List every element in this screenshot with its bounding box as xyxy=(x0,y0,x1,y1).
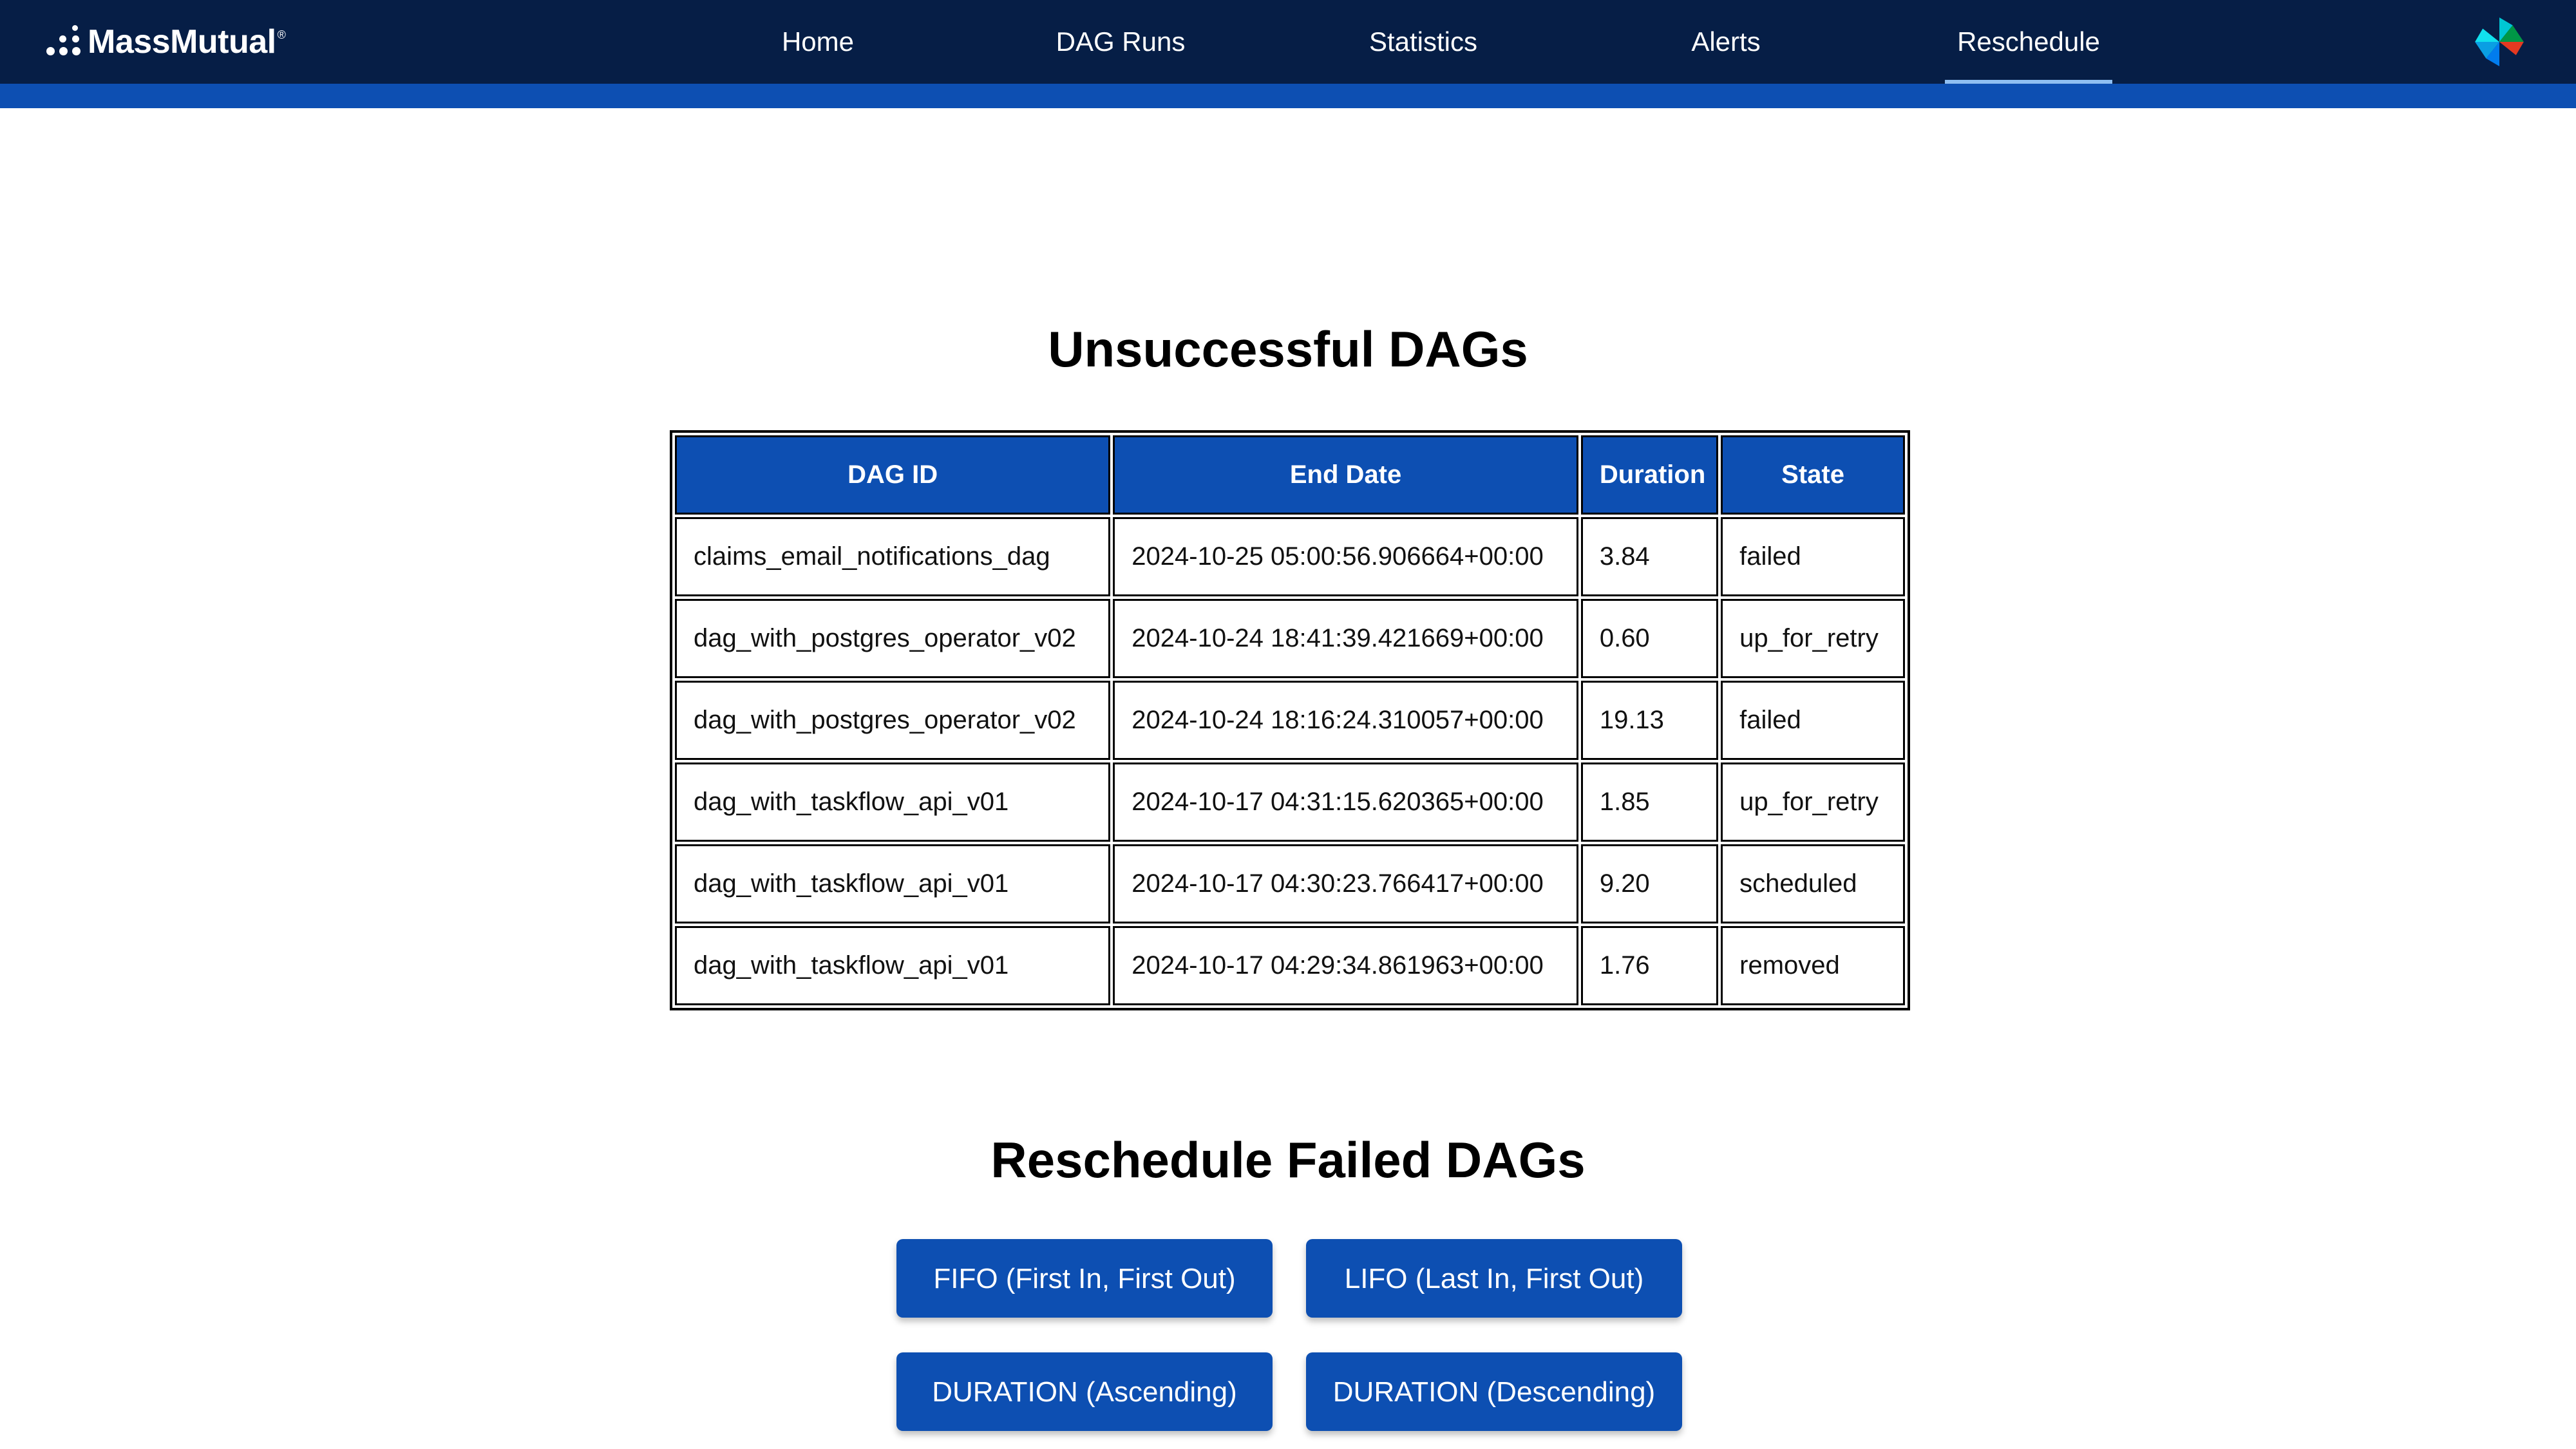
cell-state: failed xyxy=(1721,681,1905,760)
nav-home[interactable]: Home xyxy=(760,0,876,84)
column-header-dag-id[interactable]: DAG ID xyxy=(675,435,1111,515)
nav-alerts[interactable]: Alerts xyxy=(1674,0,1777,84)
cell-duration: 9.20 xyxy=(1580,844,1719,923)
duration-ascending-button[interactable]: DURATION (Ascending) xyxy=(896,1352,1273,1431)
cell-dag-id: dag_with_taskflow_api_v01 xyxy=(675,762,1111,842)
table-header-row: DAG ID End Date Duration State xyxy=(675,435,1905,515)
nav-reschedule[interactable]: Reschedule xyxy=(1945,0,2112,84)
cell-dag-id: claims_email_notifications_dag xyxy=(675,517,1111,596)
airflow-pinwheel-icon[interactable] xyxy=(2472,14,2527,70)
reschedule-title: Reschedule Failed DAGs xyxy=(990,1132,1586,1188)
cell-duration: 3.84 xyxy=(1580,517,1719,596)
table-row: dag_with_postgres_operator_v02 2024-10-2… xyxy=(675,681,1905,760)
cell-duration: 0.60 xyxy=(1580,599,1719,678)
column-header-duration[interactable]: Duration xyxy=(1580,435,1719,515)
nav-dag-runs[interactable]: DAG Runs xyxy=(1043,0,1198,84)
table-row: dag_with_taskflow_api_v01 2024-10-17 04:… xyxy=(675,762,1905,842)
cell-state: up_for_retry xyxy=(1721,599,1905,678)
cell-duration: 19.13 xyxy=(1580,681,1719,760)
cell-end-date: 2024-10-17 04:29:34.861963+00:00 xyxy=(1113,926,1578,1005)
cell-duration: 1.85 xyxy=(1580,762,1719,842)
unsuccessful-dags-table: DAG ID End Date Duration State claims_em… xyxy=(670,430,1910,1010)
cell-end-date: 2024-10-25 05:00:56.906664+00:00 xyxy=(1113,517,1578,596)
massmutual-dots-icon xyxy=(46,23,82,61)
unsuccessful-dags-title: Unsuccessful DAGs xyxy=(1048,321,1528,377)
duration-descending-button[interactable]: DURATION (Descending) xyxy=(1306,1352,1682,1431)
fifo-button[interactable]: FIFO (First In, First Out) xyxy=(896,1239,1273,1318)
cell-end-date: 2024-10-24 18:16:24.310057+00:00 xyxy=(1113,681,1578,760)
table-row: dag_with_taskflow_api_v01 2024-10-17 04:… xyxy=(675,844,1905,923)
brand-registered-mark: ® xyxy=(277,28,286,41)
cell-state: scheduled xyxy=(1721,844,1905,923)
table-row: claims_email_notifications_dag 2024-10-2… xyxy=(675,517,1905,596)
cell-end-date: 2024-10-24 18:41:39.421669+00:00 xyxy=(1113,599,1578,678)
cell-dag-id: dag_with_taskflow_api_v01 xyxy=(675,926,1111,1005)
cell-state: removed xyxy=(1721,926,1905,1005)
cell-state: failed xyxy=(1721,517,1905,596)
cell-dag-id: dag_with_postgres_operator_v02 xyxy=(675,599,1111,678)
massmutual-logo[interactable]: MassMutual ® xyxy=(46,19,286,64)
cell-duration: 1.76 xyxy=(1580,926,1719,1005)
cell-end-date: 2024-10-17 04:31:15.620365+00:00 xyxy=(1113,762,1578,842)
navbar-accent-stripe xyxy=(0,84,2576,108)
nav-statistics[interactable]: Statistics xyxy=(1352,0,1494,84)
brand-name: MassMutual xyxy=(88,23,276,61)
column-header-end-date[interactable]: End Date xyxy=(1113,435,1578,515)
top-navbar: MassMutual ® Home DAG Runs Statistics Al… xyxy=(0,0,2576,84)
cell-state: up_for_retry xyxy=(1721,762,1905,842)
lifo-button[interactable]: LIFO (Last In, First Out) xyxy=(1306,1239,1682,1318)
table-row: dag_with_postgres_operator_v02 2024-10-2… xyxy=(675,599,1905,678)
table-row: dag_with_taskflow_api_v01 2024-10-17 04:… xyxy=(675,926,1905,1005)
column-header-state[interactable]: State xyxy=(1721,435,1905,515)
cell-dag-id: dag_with_postgres_operator_v02 xyxy=(675,681,1111,760)
cell-end-date: 2024-10-17 04:30:23.766417+00:00 xyxy=(1113,844,1578,923)
cell-dag-id: dag_with_taskflow_api_v01 xyxy=(675,844,1111,923)
